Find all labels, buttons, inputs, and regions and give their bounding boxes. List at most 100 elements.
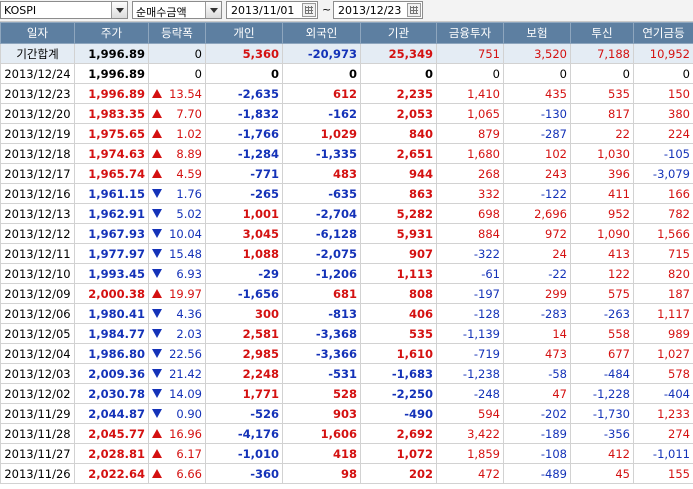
row-trust: 558 [570,323,634,344]
table-row[interactable]: 2013/11/29 2,044.87 0.90 -526 903 -490 594 -202… [0,403,693,424]
row-pension: 989 [633,323,693,344]
row-change: 4.36 [148,303,206,324]
row-trust: 122 [570,263,634,284]
col-header-pension[interactable]: 연기금등 [633,22,693,44]
row-date: 2013/12/10 [0,263,75,284]
row-price: 1,961.15 [74,183,149,204]
row-pension: 578 [633,363,693,384]
metric-select[interactable]: 순매수금액 [132,1,222,19]
row-institution: 2,692 [360,423,437,444]
row-institution: 406 [360,303,437,324]
row-date: 2013/12/02 [0,383,75,404]
table-row[interactable]: 2013/12/24 1,996.89 0 0 0 0 0 0 0 0 [0,63,693,84]
row-insurance: 299 [503,283,571,304]
table-row[interactable]: 2013/12/05 1,984.77 2.03 2,581 -3,368 535 -1,1… [0,323,693,344]
row-trust: 575 [570,283,634,304]
row-individual: 1,771 [205,383,283,404]
table-row[interactable]: 2013/12/13 1,962.91 5.02 1,001 -2,704 5,282 69… [0,203,693,224]
table-row[interactable]: 2013/12/20 1,983.35 7.70 -1,832 -162 2,053 1,0… [0,103,693,124]
summary-insurance: 3,520 [503,43,571,64]
col-header-institution[interactable]: 기관 [360,22,437,44]
col-header-date[interactable]: 일자 [0,22,75,44]
row-individual: -265 [205,183,283,204]
table-row[interactable]: 2013/12/02 2,030.78 14.09 1,771 528 -2,250 -24… [0,383,693,404]
row-pension: 820 [633,263,693,284]
market-select-chevron-down-icon[interactable] [111,2,127,18]
row-insurance: -22 [503,263,571,284]
table-row[interactable]: 2013/12/16 1,961.15 1.76 -265 -635 863 332 -122… [0,183,693,204]
col-header-price[interactable]: 주가 [74,22,149,44]
row-change-value: 6.17 [176,446,202,461]
row-institution: 1,610 [360,343,437,364]
row-change-value: 7.70 [176,106,202,121]
table-row[interactable]: 2013/12/19 1,975.65 1.02 -1,766 1,029 840 879-… [0,123,693,144]
row-change: 0.90 [148,403,206,424]
row-insurance: -489 [503,463,571,484]
summary-row[interactable]: 기간합계 1,996.89 0 5,360 -20,973 25,349 751… [0,43,693,64]
row-institution: -490 [360,403,437,424]
date-from-calendar-icon[interactable] [302,3,316,17]
row-date: 2013/12/19 [0,123,75,144]
row-institution: 863 [360,183,437,204]
col-header-insurance[interactable]: 보험 [503,22,571,44]
table-row[interactable]: 2013/12/11 1,977.97 15.48 1,088 -2,075 907 -32… [0,243,693,264]
down-triangle-icon [152,389,162,398]
table-row[interactable]: 2013/11/26 2,022.64 6.66 -360 98 202 472 -489 45… [0,463,693,484]
table-row[interactable]: 2013/12/10 1,993.45 6.93 -29 -1,206 1,113 -61-… [0,263,693,284]
date-range-separator: ~ [322,3,332,16]
row-institution: 2,235 [360,83,437,104]
row-change-value: 5.02 [176,206,202,221]
up-triangle-icon [152,449,162,458]
row-foreign: -2,704 [282,203,361,224]
table-row[interactable]: 2013/11/28 2,045.77 16.96 -4,176 1,606 2,692 3… [0,423,693,444]
metric-select-chevron-down-icon[interactable] [205,2,221,18]
table-row[interactable]: 2013/12/12 1,967.93 10.04 3,045 -6,128 5,931 8… [0,223,693,244]
up-triangle-icon [152,169,162,178]
market-select[interactable]: KOSPI [0,1,128,19]
row-fin-invest: -128 [436,303,504,324]
row-individual: 1,001 [205,203,283,224]
up-triangle-icon [152,109,162,118]
table-row[interactable]: 2013/12/17 1,965.74 4.59 -771 483 944 268 243 39… [0,163,693,184]
row-individual: -360 [205,463,283,484]
row-date: 2013/12/04 [0,343,75,364]
row-change: 6.93 [148,263,206,284]
row-price: 1,984.77 [74,323,149,344]
table-row[interactable]: 2013/12/23 1,996.89 13.54 -2,635 612 2,235 1,4… [0,83,693,104]
col-header-change[interactable]: 등락폭 [148,22,206,44]
date-from-field[interactable]: 2013/11/01 [226,1,318,19]
row-foreign: 1,606 [282,423,361,444]
row-change: 21.42 [148,363,206,384]
row-date: 2013/11/29 [0,403,75,424]
row-change: 10.04 [148,223,206,244]
row-price: 1,967.93 [74,223,149,244]
row-trust: -484 [570,363,634,384]
table-row[interactable]: 2013/11/27 2,028.81 6.17 -1,010 418 1,072 1,85… [0,443,693,464]
col-header-trust[interactable]: 투신 [570,22,634,44]
row-pension: 0 [633,63,693,84]
date-to-field[interactable]: 2013/12/23 [333,1,423,19]
row-fin-invest: 884 [436,223,504,244]
date-to-calendar-icon[interactable] [407,3,421,17]
row-individual: 2,985 [205,343,283,364]
row-change-value: 0.90 [176,406,202,421]
row-individual: -1,766 [205,123,283,144]
table-row[interactable]: 2013/12/03 2,009.36 21.42 2,248 -531 -1,683 -1… [0,363,693,384]
down-triangle-icon [152,269,162,278]
col-header-fin-invest[interactable]: 금융투자 [436,22,504,44]
table-row[interactable]: 2013/12/18 1,974.63 8.89 -1,284 -1,335 2,651 1… [0,143,693,164]
row-pension: 187 [633,283,693,304]
table-row[interactable]: 2013/12/06 1,980.41 4.36 300 -813 406 -128 -283… [0,303,693,324]
row-institution: 2,651 [360,143,437,164]
col-header-individual[interactable]: 개인 [205,22,283,44]
row-pension: 224 [633,123,693,144]
row-price: 1,986.80 [74,343,149,364]
table-row[interactable]: 2013/12/04 1,986.80 22.56 2,985 -3,366 1,610-… [0,343,693,364]
col-header-foreign[interactable]: 외국인 [282,22,361,44]
row-insurance: -287 [503,123,571,144]
row-fin-invest: 1,410 [436,83,504,104]
table-row[interactable]: 2013/12/09 2,000.38 19.97 -1,656 681 808 -197 2… [0,283,693,304]
row-insurance: -283 [503,303,571,324]
summary-fin-invest: 751 [436,43,504,64]
row-change: 19.97 [148,283,206,304]
